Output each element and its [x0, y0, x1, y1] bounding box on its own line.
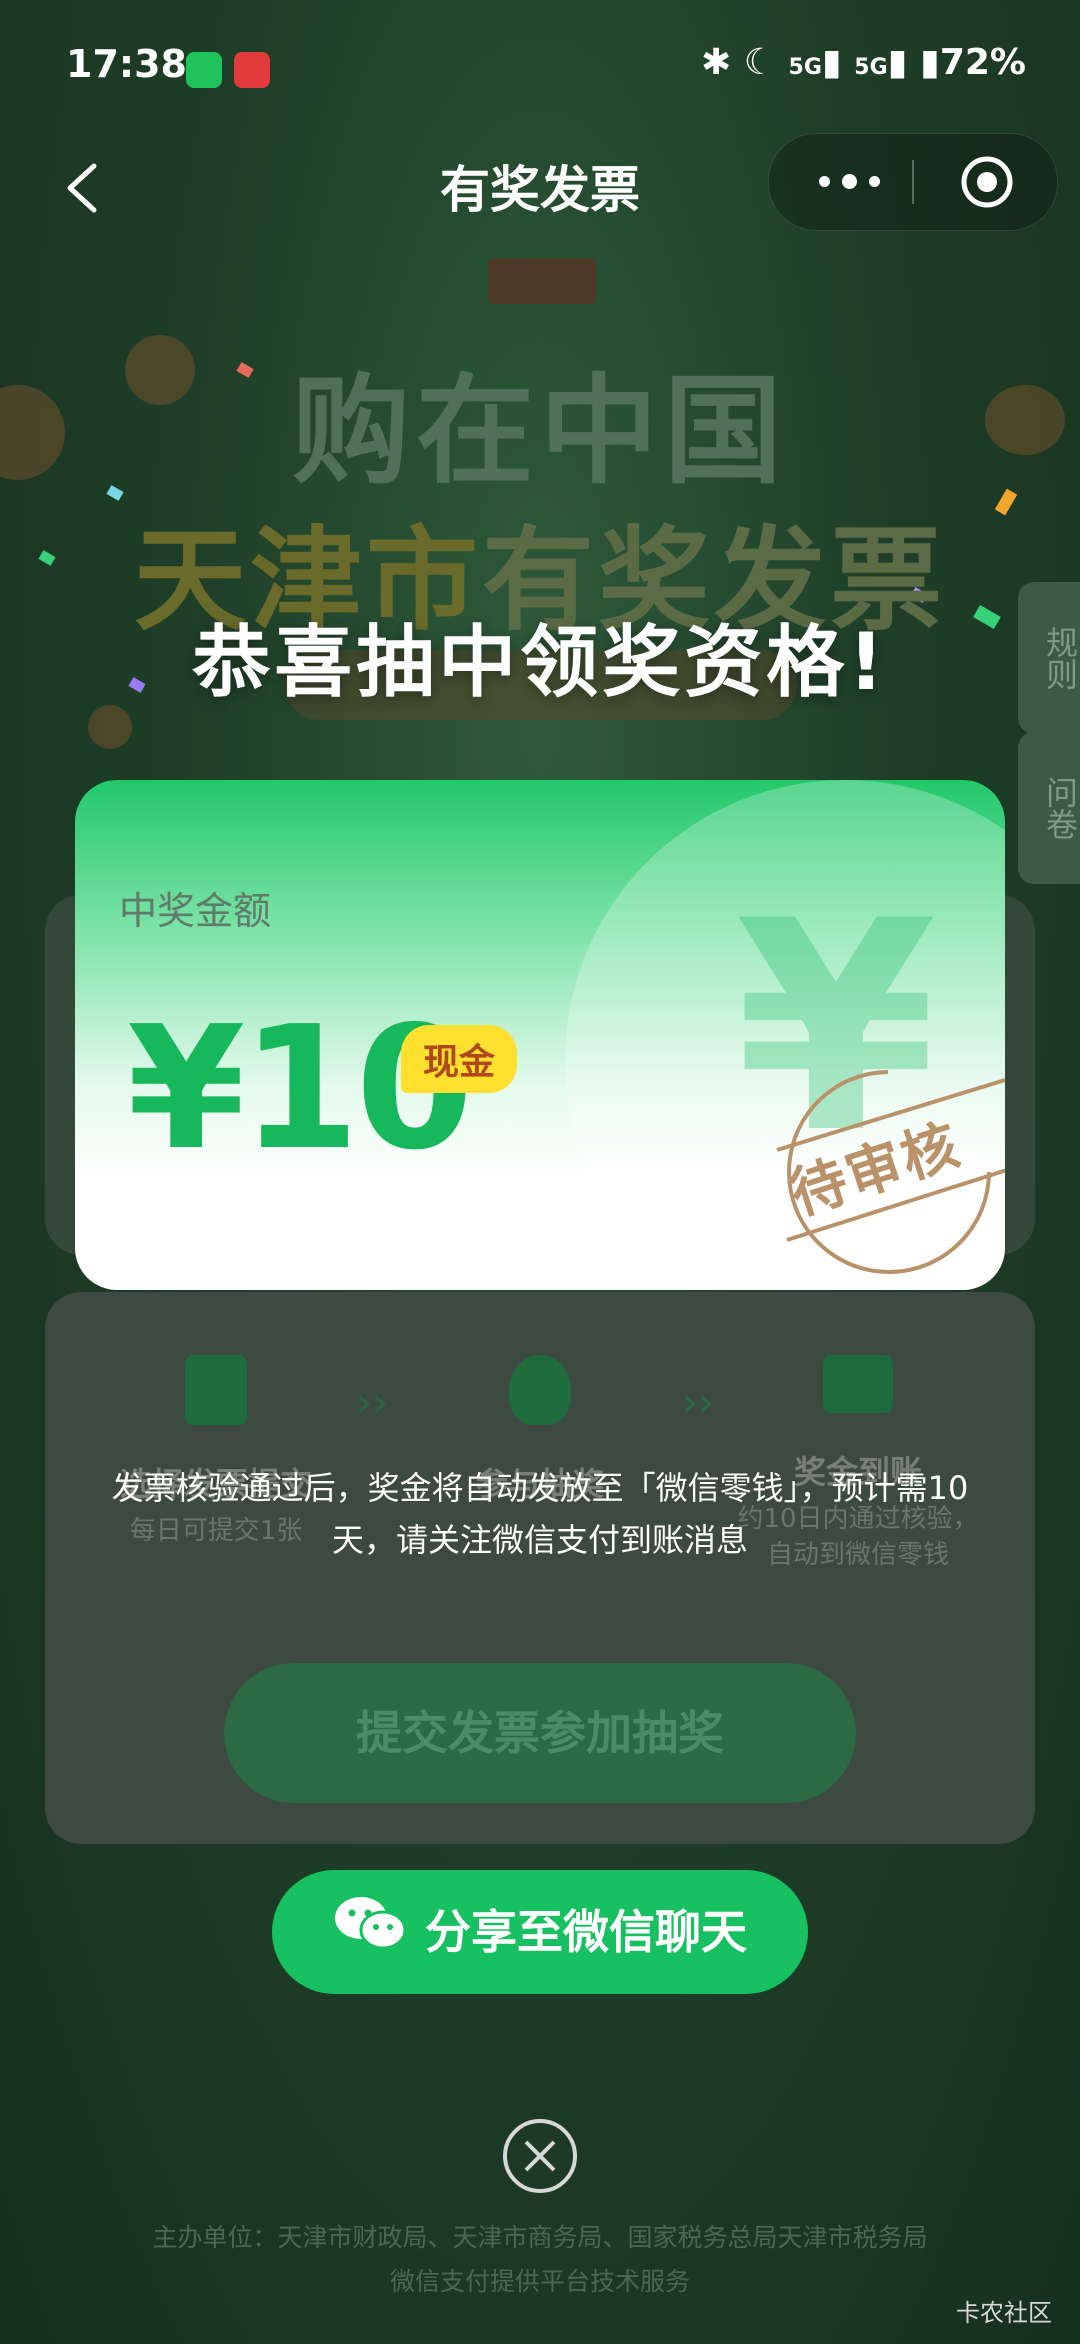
dot-icon — [819, 176, 830, 187]
prize-card: ¥ 中奖金额 ¥10 现金 待审核 — [75, 780, 1005, 1290]
share-to-wechat-button[interactable]: 分享至微信聊天 — [272, 1870, 808, 1994]
battery-icon: ▮ — [920, 42, 940, 83]
dot-icon — [842, 174, 857, 189]
signal-icon: ▮ — [887, 42, 908, 83]
share-button-label: 分享至微信聊天 — [425, 1905, 747, 1959]
wechat-notification-icon — [186, 52, 222, 88]
signal-label-1: 5G — [788, 55, 822, 80]
submit-invoice-button: 提交发票参加抽奖 — [224, 1663, 856, 1803]
survey-tab[interactable]: 问卷 — [1018, 732, 1080, 884]
status-indicators: ✱ ☾ 5G▮ 5G▮ ▮72% — [701, 42, 1026, 83]
close-circle-icon — [503, 2119, 577, 2193]
bg-headline: 购在中国 — [291, 362, 788, 500]
status-time: 17:38 — [66, 42, 187, 86]
bluetooth-icon: ✱ — [701, 42, 732, 83]
dot-icon — [869, 176, 880, 187]
signal-icon: ▮ — [821, 42, 842, 83]
invoice-icon — [185, 1355, 247, 1425]
chevron-double-icon: ›› — [356, 1380, 388, 1426]
close-modal-button[interactable] — [502, 2118, 578, 2194]
chevron-double-icon: ›› — [682, 1380, 714, 1426]
watermark: 卡农社区 — [956, 2299, 1052, 2327]
amount-label: 中奖金额 — [119, 889, 272, 933]
signal-label-2: 5G — [854, 55, 888, 80]
moon-icon: ☾ — [743, 42, 776, 83]
status-bar: 17:38 ✱ ☾ 5G▮ 5G▮ ▮72% — [0, 0, 1080, 128]
close-miniprogram-button[interactable] — [959, 154, 1015, 210]
money-bag-icon — [509, 1355, 571, 1425]
payout-notice: 发票核验通过后，奖金将自动发放至「微信零钱」，预计需10天，请关注微信支付到账消… — [111, 1469, 969, 1559]
capsule-divider — [912, 160, 914, 204]
wechat-icon — [333, 1874, 407, 1998]
footer-tech-service: 微信支付提供平台技术服务 — [389, 2267, 690, 2296]
target-close-icon — [961, 156, 1013, 208]
cash-badge: 现金 — [401, 1025, 518, 1093]
wallet-icon — [823, 1355, 893, 1413]
more-options-button[interactable] — [819, 160, 889, 200]
footer-organizers: 主办单位：天津市财政局、天津市商务局、国家税务总局天津市税务局 — [152, 2223, 928, 2252]
battery-level: 72% — [939, 42, 1026, 83]
modal-title: 恭喜抽中领奖资格! — [192, 618, 888, 708]
toutiao-notification-icon — [234, 52, 270, 88]
miniprogram-capsule — [768, 133, 1058, 231]
event-logo — [488, 258, 596, 304]
